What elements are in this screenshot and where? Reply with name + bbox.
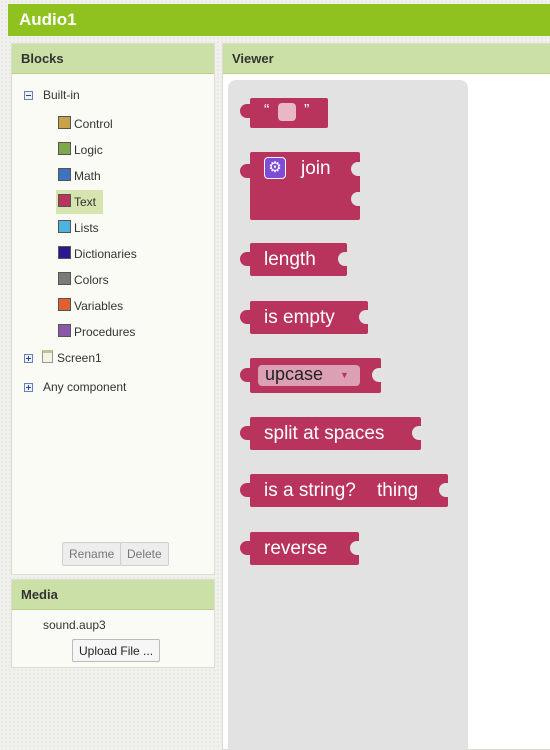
dictionaries-color-icon [58,245,71,259]
category-label: Text [74,195,97,209]
colors-color-icon [58,271,71,285]
input-socket [338,252,348,266]
category-variables[interactable]: Variables [56,294,125,318]
text-color-icon [58,193,71,207]
is-empty-label: is empty [264,307,335,328]
category-text[interactable]: Text [56,190,103,214]
procedures-color-icon [58,323,71,337]
screen-label: Screen1 [57,351,102,365]
output-connector [240,310,252,324]
expand-icon[interactable] [24,353,33,363]
output-connector [240,164,252,178]
reverse-label: reverse [264,538,328,559]
case-dropdown-value: upcase [265,364,324,384]
split-at-spaces-block[interactable]: split at spaces [240,417,422,450]
category-label: Math [74,169,101,183]
output-connector [240,368,252,382]
app-title-bar: Audio1 [8,4,550,36]
category-colors[interactable]: Colors [56,268,111,292]
built-in-label: Built-in [43,88,80,102]
category-dictionaries[interactable]: Dictionaries [56,242,139,266]
output-connector [240,541,252,555]
upcase-block[interactable]: upcase ▼ [240,358,382,393]
viewer-header: Viewer [223,44,550,74]
upload-file-button[interactable]: Upload File ... [72,639,161,662]
category-label: Lists [74,221,99,235]
control-color-icon [58,115,71,129]
input-socket [372,368,382,382]
category-math[interactable]: Math [56,164,103,188]
input-socket [351,162,361,176]
length-block[interactable]: length [240,243,348,276]
output-connector [240,426,252,440]
category-label: Variables [74,299,124,313]
text-string-block[interactable]: “ ” [240,98,328,128]
media-panel: Media sound.aup3 Upload File ... [11,579,215,668]
any-component-label: Any component [43,380,127,394]
input-socket [439,483,449,497]
quote-close: ” [304,102,310,119]
category-label: Colors [74,273,109,287]
media-header: Media [12,580,214,610]
variables-color-icon [58,297,71,311]
length-label: length [264,249,316,270]
math-color-icon [58,167,71,181]
category-label: Dictionaries [74,247,137,261]
input-socket [351,192,361,206]
category-label: Procedures [74,325,136,339]
rename-button[interactable]: Rename [62,542,122,566]
output-connector [240,104,252,118]
gear-icon[interactable]: ⚙ [264,157,286,179]
join-block[interactable]: ⚙ join [240,152,361,220]
category-label: Control [74,117,113,131]
chevron-down-icon: ▼ [340,370,349,380]
case-dropdown[interactable]: upcase ▼ [258,365,360,386]
category-control[interactable]: Control [56,112,115,136]
thing-label: thing [377,480,419,501]
collapse-icon[interactable] [24,90,33,100]
is-empty-block[interactable]: is empty [240,301,369,334]
logic-color-icon [58,141,71,155]
category-logic[interactable]: Logic [56,138,105,162]
output-connector [240,483,252,497]
screen-icon [42,349,53,363]
is-string-label: is a string? [264,480,356,501]
block-flyout: “ ” ⚙ join length is empty upcase ▼ spli… [228,80,468,750]
input-socket [359,310,369,324]
reverse-block[interactable]: reverse [240,532,360,565]
tree-any-component[interactable]: Any component [24,377,126,397]
output-connector [240,252,252,266]
is-a-string-block[interactable]: is a string? thing [240,474,449,507]
tree-built-in[interactable]: Built-in [24,85,80,105]
quote-open: “ [264,102,270,119]
split-label: split at spaces [264,423,385,444]
input-socket [412,426,422,440]
lists-color-icon [58,219,71,233]
category-lists[interactable]: Lists [56,216,101,240]
blocks-panel: Blocks Built-in Control Logic Math Text … [11,43,215,575]
text-value-field[interactable] [278,103,296,121]
category-procedures[interactable]: Procedures [56,320,137,344]
blocks-header: Blocks [12,44,214,74]
delete-button[interactable]: Delete [120,542,169,566]
expand-icon[interactable] [24,382,33,392]
tree-screen1[interactable]: Screen1 [24,348,102,368]
category-label: Logic [74,143,103,157]
media-file[interactable]: sound.aup3 [43,618,106,632]
join-label: join [301,158,331,179]
app-title: Audio1 [19,10,77,29]
input-socket [350,541,360,555]
